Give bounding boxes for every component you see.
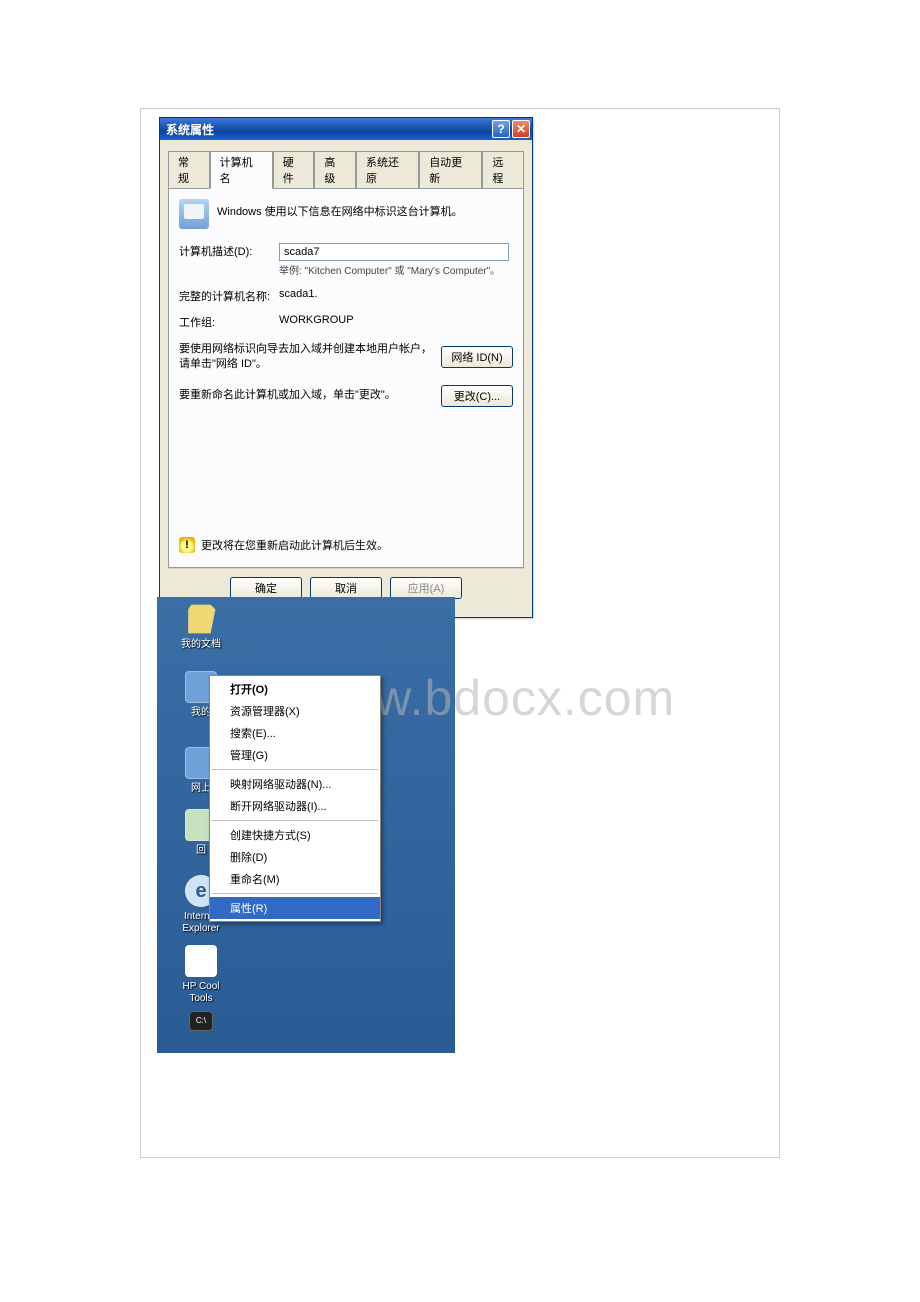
tab-strip: 常规 计算机名 硬件 高级 系统还原 自动更新 远程 [168, 150, 524, 188]
documents-icon [185, 603, 217, 635]
tab-panel-computer-name: Windows 使用以下信息在网络中标识这台计算机。 计算机描述(D): 举例:… [168, 188, 524, 568]
ok-button[interactable]: 确定 [230, 577, 302, 599]
menu-properties[interactable]: 属性(R) [210, 897, 380, 919]
text-network-id: 要使用网络标识向导去加入域并创建本地用户帐户，请单击"网络 ID"。 [179, 342, 433, 373]
menu-explorer[interactable]: 资源管理器(X) [210, 700, 380, 722]
menu-rename[interactable]: 重命名(M) [210, 868, 380, 890]
tab-advanced[interactable]: 高级 [314, 151, 356, 189]
computer-icon [179, 199, 209, 229]
label-computer-description: 计算机描述(D): [179, 243, 279, 259]
help-button[interactable]: ? [492, 120, 510, 138]
context-menu-my-computer: 打开(O) 资源管理器(X) 搜索(E)... 管理(G) 映射网络驱动器(N)… [209, 675, 381, 922]
network-id-button[interactable]: 网络 ID(N) [441, 346, 513, 368]
value-full-computer-name: scada1. [279, 288, 513, 300]
cmd-icon [189, 1011, 213, 1031]
tab-general[interactable]: 常规 [168, 151, 210, 189]
warning-icon: ! [179, 537, 195, 553]
menu-create-shortcut[interactable]: 创建快捷方式(S) [210, 824, 380, 846]
restart-warning: ! 更改将在您重新启动此计算机后生效。 [179, 537, 388, 553]
hint-computer-description: 举例: "Kitchen Computer" 或 "Mary's Compute… [279, 265, 513, 278]
tab-remote[interactable]: 远程 [482, 151, 524, 189]
change-button[interactable]: 更改(C)... [441, 385, 513, 407]
value-workgroup: WORKGROUP [279, 314, 513, 326]
document-page: 系统属性 ? ✕ 常规 计算机名 硬件 高级 系统还原 自动更新 远程 Wind… [140, 108, 780, 1158]
tab-computer-name[interactable]: 计算机名 [210, 151, 273, 189]
menu-manage[interactable]: 管理(G) [210, 744, 380, 766]
desktop-icon-my-documents[interactable]: 我的文档 [169, 603, 233, 651]
desktop[interactable]: 我的文档 我的 网上 回 InternetExplorer HP CoolToo… [157, 597, 455, 1053]
tab-system-restore[interactable]: 系统还原 [356, 151, 419, 189]
menu-open[interactable]: 打开(O) [210, 678, 380, 700]
menu-map-drive[interactable]: 映射网络驱动器(N)... [210, 773, 380, 795]
cancel-button[interactable]: 取消 [310, 577, 382, 599]
menu-disconnect-drive[interactable]: 断开网络驱动器(I)... [210, 795, 380, 817]
dialog-title: 系统属性 [166, 121, 490, 138]
input-computer-description[interactable] [279, 243, 509, 261]
tab-auto-update[interactable]: 自动更新 [419, 151, 482, 189]
info-text: Windows 使用以下信息在网络中标识这台计算机。 [217, 199, 463, 219]
menu-search[interactable]: 搜索(E)... [210, 722, 380, 744]
tab-hardware[interactable]: 硬件 [273, 151, 315, 189]
desktop-icon-hp-cool-tools[interactable]: HP CoolTools [169, 945, 233, 1005]
menu-delete[interactable]: 删除(D) [210, 846, 380, 868]
system-properties-dialog: 系统属性 ? ✕ 常规 计算机名 硬件 高级 系统还原 自动更新 远程 Wind… [159, 117, 533, 618]
hp-tools-icon [185, 945, 217, 977]
text-change: 要重新命名此计算机或加入域，单击"更改"。 [179, 388, 433, 403]
warning-text: 更改将在您重新启动此计算机后生效。 [201, 537, 388, 553]
desktop-icon-command-prompt[interactable] [169, 1011, 233, 1035]
titlebar[interactable]: 系统属性 ? ✕ [160, 118, 532, 140]
label-workgroup: 工作组: [179, 314, 279, 330]
apply-button[interactable]: 应用(A) [390, 577, 462, 599]
label-full-computer-name: 完整的计算机名称: [179, 288, 279, 304]
close-button[interactable]: ✕ [512, 120, 530, 138]
